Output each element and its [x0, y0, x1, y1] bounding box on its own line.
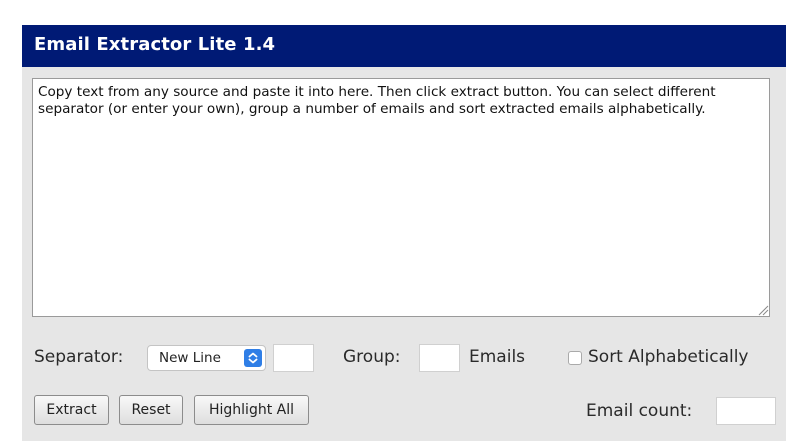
resize-grip-icon[interactable]	[757, 304, 769, 316]
email-extractor-panel: Email Extractor Lite 1.4 Copy text from …	[22, 25, 786, 441]
source-text-area[interactable]: Copy text from any source and paste it i…	[32, 78, 770, 317]
title-bar: Email Extractor Lite 1.4	[22, 25, 786, 67]
page: Email Extractor Lite 1.4 Copy text from …	[0, 0, 789, 444]
email-count-field	[716, 397, 776, 425]
separator-select[interactable]: New Line	[147, 345, 266, 371]
reset-button[interactable]: Reset	[119, 395, 183, 425]
highlight-all-button[interactable]: Highlight All	[194, 395, 309, 425]
group-count-input[interactable]	[419, 344, 460, 372]
sort-alphabetically-checkbox[interactable]	[568, 351, 582, 365]
extract-button[interactable]: Extract	[34, 395, 109, 425]
sort-alphabetically-label[interactable]: Sort Alphabetically	[588, 347, 749, 367]
separator-selected-value: New Line	[159, 350, 221, 366]
app-title: Email Extractor Lite 1.4	[34, 34, 276, 55]
custom-separator-input[interactable]	[273, 344, 314, 372]
group-label: Group:	[343, 347, 401, 367]
chevron-up-down-icon	[244, 349, 262, 367]
email-count-label: Email count:	[586, 401, 693, 421]
separator-label: Separator:	[34, 347, 124, 367]
emails-label: Emails	[469, 347, 526, 367]
